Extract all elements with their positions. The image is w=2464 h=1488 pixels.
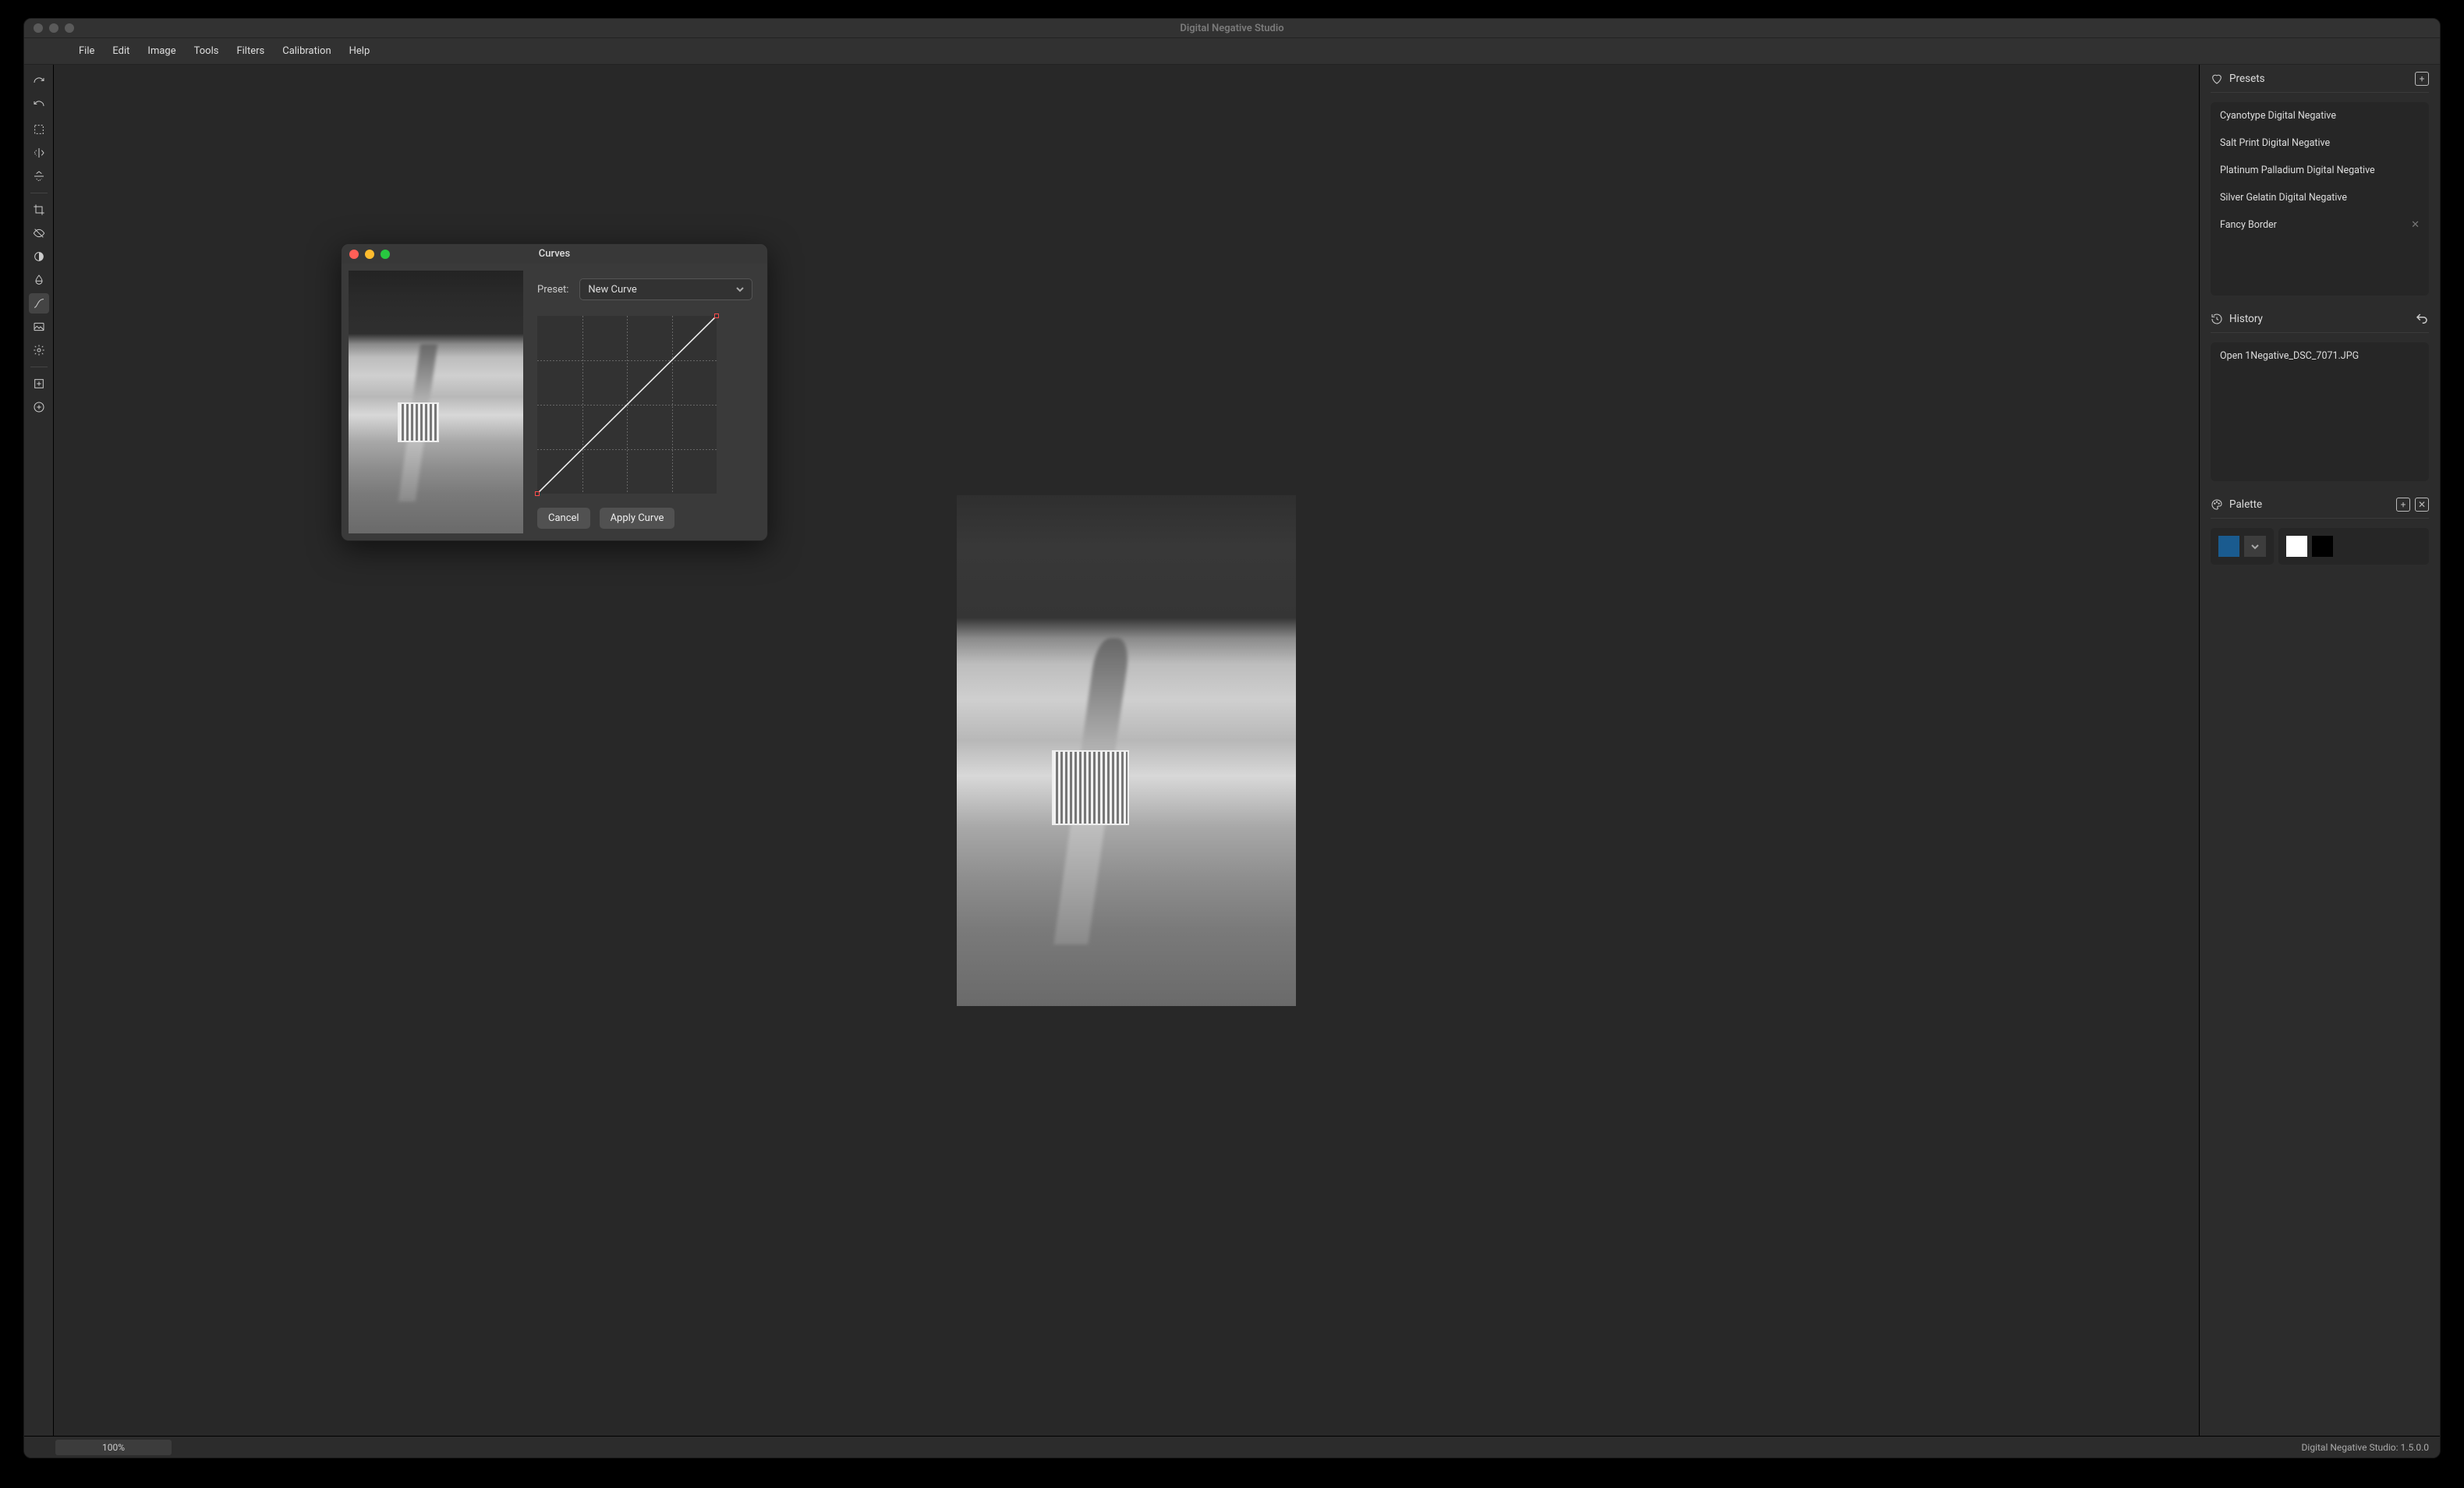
swatch-white[interactable] <box>2286 536 2307 557</box>
canvas-image <box>957 495 1296 1006</box>
menu-file[interactable]: File <box>79 45 94 57</box>
statusbar: 100% Digital Negative Studio: 1.5.0.0 <box>24 1436 2440 1458</box>
menu-tools[interactable]: Tools <box>194 45 219 57</box>
image-icon[interactable] <box>29 317 49 337</box>
curve-point-end[interactable] <box>714 314 719 318</box>
dialog-minimize-icon[interactable] <box>365 250 374 259</box>
minimize-window-icon[interactable] <box>49 23 58 33</box>
remove-swatch-button[interactable]: ✕ <box>2415 498 2429 512</box>
close-icon[interactable]: ✕ <box>2411 219 2420 231</box>
flip-horizontal-icon[interactable] <box>29 143 49 163</box>
canvas-area[interactable]: Curves Preset: New Curve <box>54 65 2199 1436</box>
menu-filters[interactable]: Filters <box>236 45 264 57</box>
window-title: Digital Negative Studio <box>24 23 2440 34</box>
heart-icon <box>2211 73 2223 85</box>
primary-swatch-box <box>2211 528 2274 565</box>
menu-edit[interactable]: Edit <box>112 45 129 57</box>
primary-swatch[interactable] <box>2218 536 2239 557</box>
presets-header: Presets + <box>2211 65 2429 93</box>
palette-header: Palette + ✕ <box>2211 491 2429 519</box>
presets-list: Cyanotype Digital Negative Salt Print Di… <box>2211 102 2429 296</box>
window-controls[interactable] <box>34 23 74 33</box>
curves-grid[interactable] <box>537 316 717 494</box>
rotate-ccw-icon[interactable] <box>29 96 49 116</box>
chevron-down-icon <box>736 285 744 293</box>
preset-item[interactable]: Silver Gelatin Digital Negative <box>2211 184 2429 211</box>
menubar: File Edit Image Tools Filters Calibratio… <box>24 38 2440 65</box>
marquee-icon[interactable] <box>29 119 49 140</box>
preset-item[interactable]: Salt Print Digital Negative <box>2211 129 2429 157</box>
gear-icon[interactable] <box>29 340 49 360</box>
flip-vertical-icon[interactable] <box>29 166 49 186</box>
dialog-titlebar: Curves <box>342 244 767 264</box>
dialog-close-icon[interactable] <box>349 250 359 259</box>
app-window: Digital Negative Studio File Edit Image … <box>23 18 2441 1458</box>
crop-icon[interactable] <box>29 200 49 220</box>
menu-image[interactable]: Image <box>147 45 175 57</box>
dialog-preview-image <box>349 271 523 533</box>
rotate-cw-icon[interactable] <box>29 73 49 93</box>
add-circle-icon[interactable] <box>29 397 49 417</box>
fill-icon[interactable] <box>29 270 49 290</box>
close-window-icon[interactable] <box>34 23 43 33</box>
curve-icon[interactable] <box>29 293 49 314</box>
status-version: Digital Negative Studio: 1.5.0.0 <box>2302 1442 2429 1453</box>
palette-title: Palette <box>2229 498 2262 511</box>
menu-calibration[interactable]: Calibration <box>282 45 331 57</box>
history-header: History <box>2211 305 2429 333</box>
curves-dialog: Curves Preset: New Curve <box>341 243 768 541</box>
main-body: Curves Preset: New Curve <box>24 65 2440 1436</box>
dialog-zoom-icon[interactable] <box>381 250 390 259</box>
history-title: History <box>2229 313 2263 325</box>
contrast-icon[interactable] <box>29 246 49 267</box>
preset-item[interactable]: Cyanotype Digital Negative <box>2211 102 2429 129</box>
eye-off-icon[interactable] <box>29 223 49 243</box>
menu-help[interactable]: Help <box>349 45 370 57</box>
preset-item[interactable]: Fancy Border✕ <box>2211 211 2429 239</box>
add-swatch-button[interactable]: + <box>2396 498 2410 512</box>
swatch-dropdown[interactable] <box>2244 536 2266 557</box>
preset-item[interactable]: Platinum Palladium Digital Negative <box>2211 157 2429 184</box>
curve-line <box>537 316 717 494</box>
titlebar: Digital Negative Studio <box>24 19 2440 38</box>
dialog-title: Curves <box>342 248 767 260</box>
swatch-black[interactable] <box>2312 536 2333 557</box>
cancel-button[interactable]: Cancel <box>537 508 590 529</box>
add-preset-button[interactable]: + <box>2415 72 2429 86</box>
zoom-window-icon[interactable] <box>65 23 74 33</box>
apply-curve-button[interactable]: Apply Curve <box>600 508 675 529</box>
history-icon <box>2211 313 2223 325</box>
swatch-list <box>2278 528 2429 565</box>
right-panel: Presets + Cyanotype Digital Negative Sal… <box>2199 65 2440 1436</box>
presets-title: Presets <box>2229 73 2265 85</box>
history-list: Open 1Negative_DSC_7071.JPG <box>2211 342 2429 481</box>
zoom-level[interactable]: 100% <box>55 1440 172 1455</box>
preset-label: Preset: <box>537 284 568 296</box>
add-box-icon[interactable] <box>29 374 49 394</box>
preset-select[interactable]: New Curve <box>579 278 752 300</box>
palette-icon <box>2211 498 2223 511</box>
history-item[interactable]: Open 1Negative_DSC_7071.JPG <box>2211 342 2429 370</box>
preset-select-value: New Curve <box>588 284 636 296</box>
left-toolbar <box>24 65 54 1436</box>
undo-button[interactable] <box>2415 312 2429 326</box>
curve-point-start[interactable] <box>535 491 540 496</box>
dialog-window-controls[interactable] <box>349 250 390 259</box>
